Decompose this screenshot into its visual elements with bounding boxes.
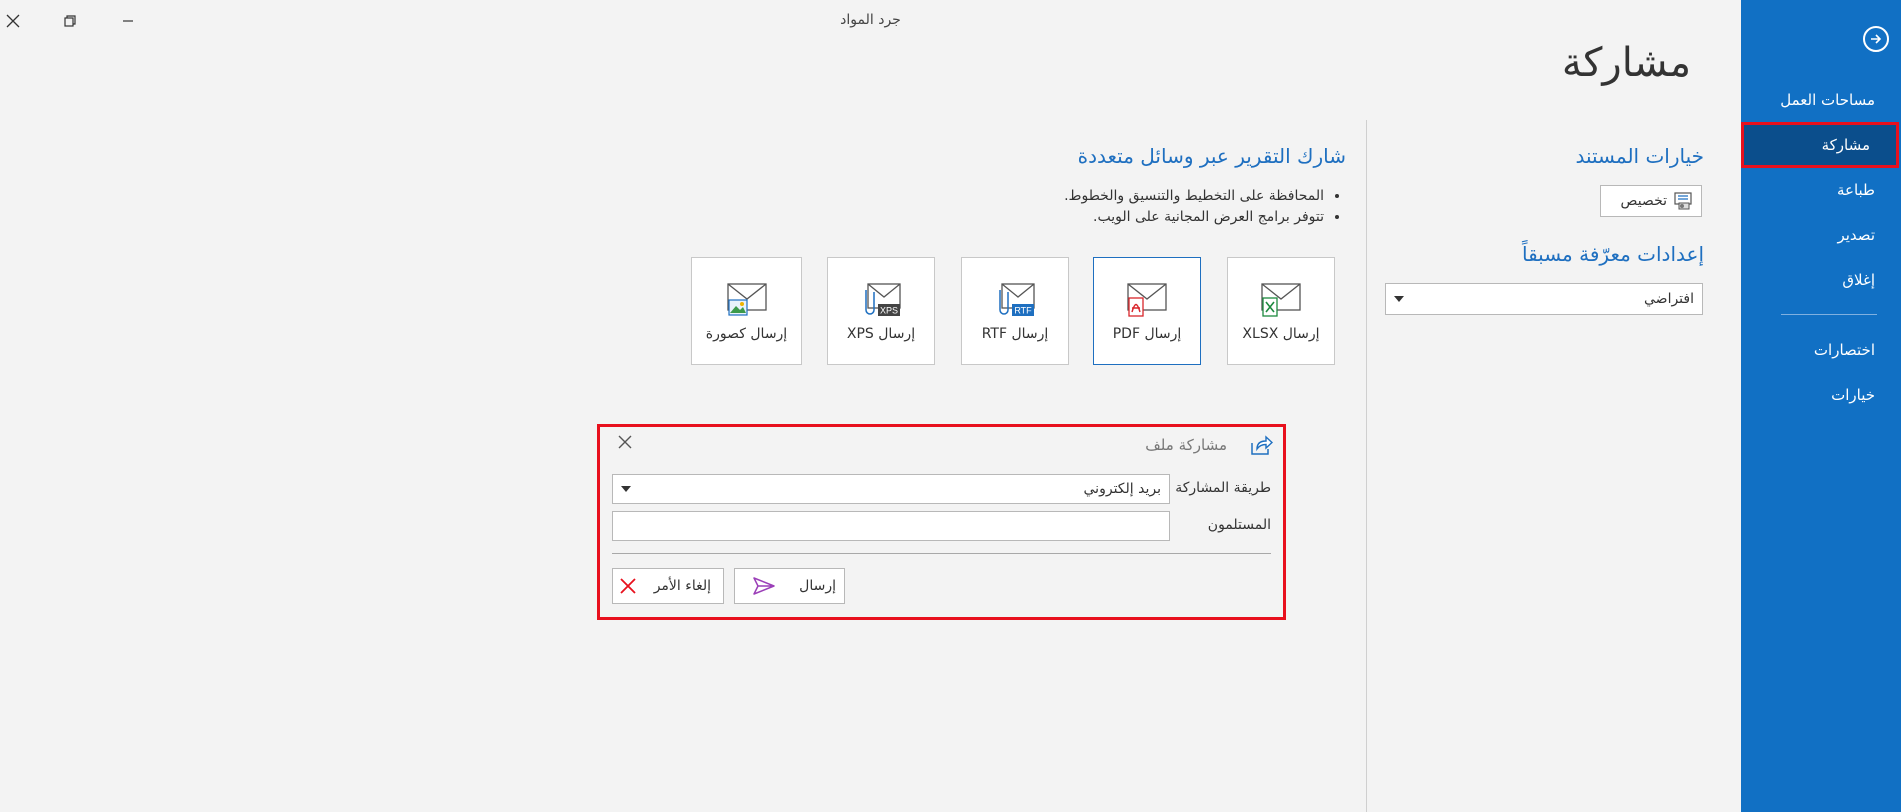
svg-text:XPS: XPS [880, 306, 898, 316]
dialog-separator [612, 553, 1271, 554]
tile-label: إرسال كصورة [705, 326, 788, 342]
send-xps-tile[interactable]: XPS إرسال XPS [827, 257, 935, 365]
send-icon [753, 577, 775, 595]
close-window-button[interactable] [0, 8, 28, 34]
arrow-right-icon [1871, 34, 1882, 44]
svg-text:RTF: RTF [1014, 306, 1032, 316]
backstage-sidebar: مساحات العمل مشاركة طباعة تصدير إغلاق اخ… [1741, 0, 1901, 812]
share-method-label: طريقة المشاركة [1175, 480, 1271, 496]
column-divider [1366, 120, 1367, 812]
tile-label: إرسال XLSX [1242, 326, 1320, 342]
file-share-dialog: مشاركة ملف طريقة المشاركة بريد إلكتروني … [597, 424, 1286, 620]
cancel-label: إلغاء الأمر [653, 578, 711, 594]
close-icon [6, 14, 20, 28]
sidebar-item-shortcuts[interactable]: اختصارات [1741, 328, 1901, 372]
share-bullet: المحافظة على التخطيط والتنسيق والخطوط. [1064, 186, 1324, 207]
share-heading: شارك التقرير عبر وسائل متعددة [1077, 144, 1346, 168]
send-rtf-tile[interactable]: RTF إرسال RTF [961, 257, 1069, 365]
rtf-mail-icon: RTF [999, 283, 1035, 316]
sidebar-item-close[interactable]: إغلاق [1741, 258, 1901, 302]
preset-settings-heading: إعدادات معرّفة مسبقاً [1521, 242, 1704, 266]
cancel-button[interactable]: إلغاء الأمر [612, 568, 724, 604]
dialog-title: مشاركة ملف [1145, 436, 1227, 454]
share-method-value: بريد إلكتروني [1083, 481, 1161, 497]
preset-value: افتراضي [1644, 291, 1694, 307]
customize-label: تخصيص [1620, 193, 1667, 209]
tile-label: إرسال XPS [846, 326, 916, 342]
image-mail-icon [726, 283, 767, 316]
xlsx-mail-icon [1261, 283, 1301, 317]
sidebar-item-workspaces[interactable]: مساحات العمل [1741, 78, 1901, 122]
send-label: إرسال [799, 578, 836, 594]
sidebar-separator [1781, 314, 1877, 315]
title-bar: جرد المواد [0, 0, 1741, 42]
restore-icon [64, 15, 76, 27]
share-icon [1251, 435, 1273, 455]
send-image-tile[interactable]: إرسال كصورة [691, 257, 802, 365]
sidebar-item-options[interactable]: خيارات [1741, 373, 1901, 417]
close-icon[interactable] [618, 435, 632, 449]
share-method-select[interactable]: بريد إلكتروني [612, 474, 1170, 504]
preset-select[interactable]: افتراضي [1385, 283, 1703, 315]
chevron-down-icon [621, 486, 631, 492]
tile-label: إرسال RTF [981, 326, 1049, 342]
tile-label: إرسال PDF [1112, 326, 1182, 342]
send-xlsx-tile[interactable]: إرسال XLSX [1227, 257, 1335, 365]
minimize-window-button[interactable] [113, 8, 143, 34]
send-button[interactable]: إرسال [734, 568, 845, 604]
back-button[interactable] [1863, 26, 1889, 52]
sidebar-item-print[interactable]: طباعة [1741, 168, 1901, 212]
sidebar-item-share[interactable]: مشاركة [1741, 122, 1899, 168]
customize-button[interactable]: تخصيص [1600, 185, 1702, 217]
sidebar-item-export[interactable]: تصدير [1741, 213, 1901, 257]
pdf-mail-icon [1127, 283, 1167, 317]
cancel-icon [620, 578, 636, 594]
print-settings-icon [1674, 192, 1692, 210]
send-pdf-tile[interactable]: إرسال PDF [1093, 257, 1201, 365]
chevron-down-icon [1394, 296, 1404, 302]
page-title: مشاركة [1561, 40, 1691, 86]
minimize-icon [123, 20, 133, 22]
recipients-input[interactable] [612, 511, 1170, 541]
xps-mail-icon: XPS [865, 283, 901, 316]
recipients-label: المستلمون [1207, 517, 1271, 533]
window-title: جرد المواد [840, 12, 901, 28]
restore-window-button[interactable] [55, 8, 85, 34]
share-bullet-list: المحافظة على التخطيط والتنسيق والخطوط. ت… [1064, 186, 1346, 228]
share-bullet: تتوفر برامج العرض المجانية على الويب. [1064, 207, 1324, 228]
document-options-heading: خيارات المستند [1575, 144, 1704, 168]
